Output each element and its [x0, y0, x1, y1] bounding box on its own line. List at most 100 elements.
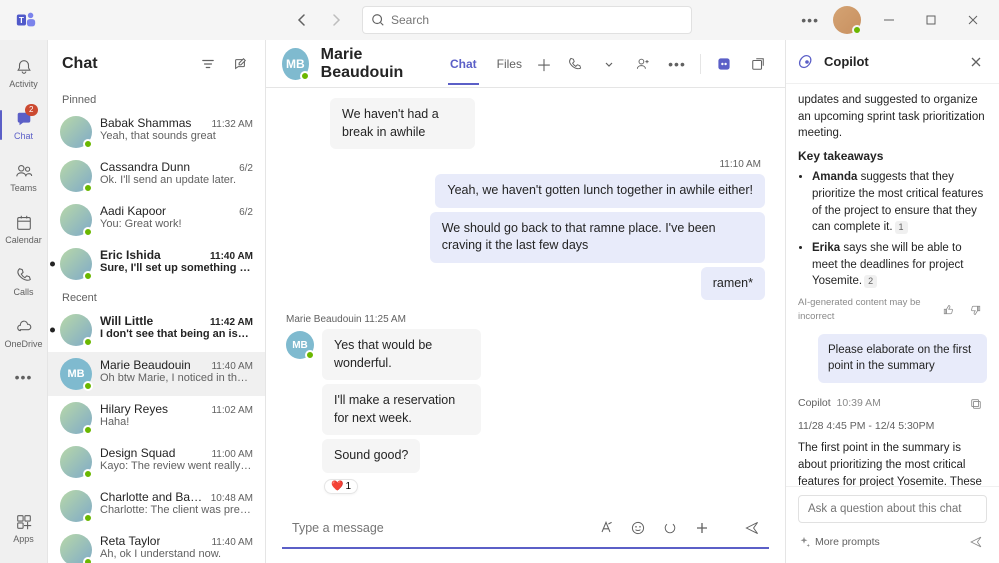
- rail-label: Apps: [13, 534, 34, 544]
- settings-more-button[interactable]: •••: [801, 12, 819, 28]
- rail-item-apps[interactable]: Apps: [0, 503, 48, 553]
- chat-notification-badge: 2: [25, 104, 37, 116]
- copilot-timerange: 11/28 4:45 PM - 12/4 5:30PM: [798, 419, 987, 434]
- minimize-button[interactable]: [875, 6, 903, 34]
- message-timestamp: 11:28 AM: [290, 500, 761, 502]
- incoming-message[interactable]: I'll make a reservation for next week.: [322, 384, 481, 435]
- chat-item-name: Babak Shammas: [100, 116, 191, 130]
- chat-item-preview: Charlotte: The client was pretty happy w…: [100, 504, 253, 516]
- message-reaction[interactable]: ❤️1: [324, 479, 358, 494]
- incoming-message[interactable]: Yes that would be wonderful.: [322, 329, 481, 380]
- outgoing-message[interactable]: We should go back to that ramne place. I…: [430, 212, 765, 263]
- conversation-title: Marie Beaudouin: [321, 46, 428, 82]
- chat-item-preview: Ah, ok I understand now.: [100, 548, 253, 560]
- copilot-input[interactable]: [798, 495, 987, 523]
- chat-item-name: Marie Beaudouin: [100, 358, 191, 372]
- reference-badge[interactable]: 2: [864, 275, 877, 288]
- send-button[interactable]: [741, 517, 763, 539]
- loop-button[interactable]: [659, 517, 681, 539]
- chat-list-item[interactable]: Cassandra Dunn6/2Ok. I'll send an update…: [48, 154, 265, 198]
- user-avatar[interactable]: [833, 6, 861, 34]
- chat-list-item[interactable]: Charlotte and Babak10:48 AMCharlotte: Th…: [48, 484, 265, 528]
- chat-list-item[interactable]: Babak Shammas11:32 AMYeah, that sounds g…: [48, 110, 265, 154]
- search-input[interactable]: [391, 13, 683, 27]
- message-sender-meta: Marie Beaudouin 11:25 AM: [286, 314, 765, 325]
- people-add-button[interactable]: [632, 53, 654, 75]
- copilot-response-time: 10:39 AM: [837, 397, 881, 409]
- copilot-user-message: Please elaborate on the first point in t…: [818, 334, 987, 383]
- pop-out-button[interactable]: [747, 53, 769, 75]
- chat-item-time: 11:32 AM: [211, 119, 253, 130]
- compose-input[interactable]: [288, 515, 587, 541]
- chat-item-preview: Oh btw Marie, I noticed in the document …: [100, 372, 253, 384]
- close-button[interactable]: [959, 6, 987, 34]
- chat-item-preview: Haha!: [100, 416, 253, 428]
- chat-list-item[interactable]: Eric Ishida11:40 AMSure, I'll set up som…: [48, 242, 265, 286]
- rail-item-calls[interactable]: Calls: [0, 256, 48, 306]
- app-rail: Activity 2 Chat Teams Calendar Calls One…: [0, 40, 48, 563]
- chat-item-preview: Ok. I'll send an update later.: [100, 174, 253, 186]
- calendar-icon: [14, 213, 34, 233]
- chat-list-item[interactable]: MBMarie Beaudouin11:40 AMOh btw Marie, I…: [48, 352, 265, 396]
- rail-item-more[interactable]: •••: [0, 360, 48, 394]
- chat-list-item[interactable]: Aadi Kapoor6/2You: Great work!: [48, 198, 265, 242]
- chat-list-item[interactable]: Will Little11:42 AMI don't see that bein…: [48, 308, 265, 352]
- outgoing-message[interactable]: Yeah, we haven't gotten lunch together i…: [435, 174, 765, 208]
- search-icon: [371, 13, 385, 27]
- conversation-more-button[interactable]: •••: [666, 53, 688, 75]
- emoji-button[interactable]: [627, 517, 649, 539]
- filter-button[interactable]: [197, 53, 219, 75]
- copilot-bullet: Amanda suggests that they prioritize the…: [812, 169, 987, 236]
- reference-badge[interactable]: 1: [895, 221, 908, 234]
- copy-response-button[interactable]: [965, 393, 987, 415]
- copilot-key-takeaways-title: Key takeaways: [798, 148, 987, 165]
- chat-item-name: Will Little: [100, 314, 153, 328]
- teams-logo-icon: T: [12, 6, 40, 34]
- new-chat-button[interactable]: [229, 53, 251, 75]
- copilot-response-name: Copilot: [798, 397, 831, 409]
- tab-files[interactable]: Files: [495, 43, 524, 85]
- copilot-toggle-button[interactable]: [713, 53, 735, 75]
- chat-item-time: 11:00 AM: [211, 449, 253, 460]
- more-icon: •••: [15, 369, 33, 385]
- chat-item-preview: I don't see that being an issue. Can you…: [100, 328, 253, 340]
- rail-item-chat[interactable]: 2 Chat: [0, 100, 48, 150]
- rail-item-activity[interactable]: Activity: [0, 48, 48, 98]
- chat-item-time: 10:48 AM: [211, 493, 253, 504]
- format-button[interactable]: [595, 517, 617, 539]
- call-options-button[interactable]: [598, 53, 620, 75]
- outgoing-message[interactable]: ramen*: [701, 267, 765, 301]
- conversation-avatar[interactable]: MB: [282, 48, 309, 80]
- thumbs-up-button[interactable]: [937, 299, 959, 321]
- rail-item-calendar[interactable]: Calendar: [0, 204, 48, 254]
- chat-list-item[interactable]: Hilary Reyes11:02 AMHaha!: [48, 396, 265, 440]
- thumbs-down-button[interactable]: [965, 299, 987, 321]
- copilot-send-button[interactable]: [965, 531, 987, 553]
- chat-item-preview: Sure, I'll set up something for next wee…: [100, 262, 253, 274]
- compose-box[interactable]: [282, 509, 769, 549]
- chat-item-name: Cassandra Dunn: [100, 160, 190, 174]
- pinned-label: Pinned: [48, 88, 265, 110]
- add-tab-button[interactable]: ＋: [536, 52, 552, 76]
- copilot-response-body: The first point in the summary is about …: [798, 440, 987, 486]
- back-button[interactable]: [290, 8, 314, 32]
- more-compose-button[interactable]: [691, 517, 713, 539]
- apps-icon: [14, 512, 34, 532]
- more-prompts-button[interactable]: More prompts: [798, 536, 880, 548]
- incoming-message[interactable]: Sound good?: [322, 439, 420, 473]
- incoming-message[interactable]: We haven't had a break in awhile: [330, 98, 475, 149]
- people-icon: [14, 161, 34, 181]
- maximize-button[interactable]: [917, 6, 945, 34]
- call-button[interactable]: [564, 53, 586, 75]
- tab-chat[interactable]: Chat: [448, 43, 479, 85]
- forward-button[interactable]: [324, 8, 348, 32]
- search-box[interactable]: [362, 6, 692, 34]
- rail-item-onedrive[interactable]: OneDrive: [0, 308, 48, 358]
- chat-list-item[interactable]: Design Squad11:00 AMKayo: The review wen…: [48, 440, 265, 484]
- copilot-close-button[interactable]: [965, 51, 987, 73]
- rail-item-teams[interactable]: Teams: [0, 152, 48, 202]
- chat-list-item[interactable]: Reta Taylor11:40 AMAh, ok I understand n…: [48, 528, 265, 563]
- avatar: [60, 248, 92, 280]
- message-avatar: MB: [286, 331, 314, 359]
- rail-label: Chat: [14, 131, 33, 141]
